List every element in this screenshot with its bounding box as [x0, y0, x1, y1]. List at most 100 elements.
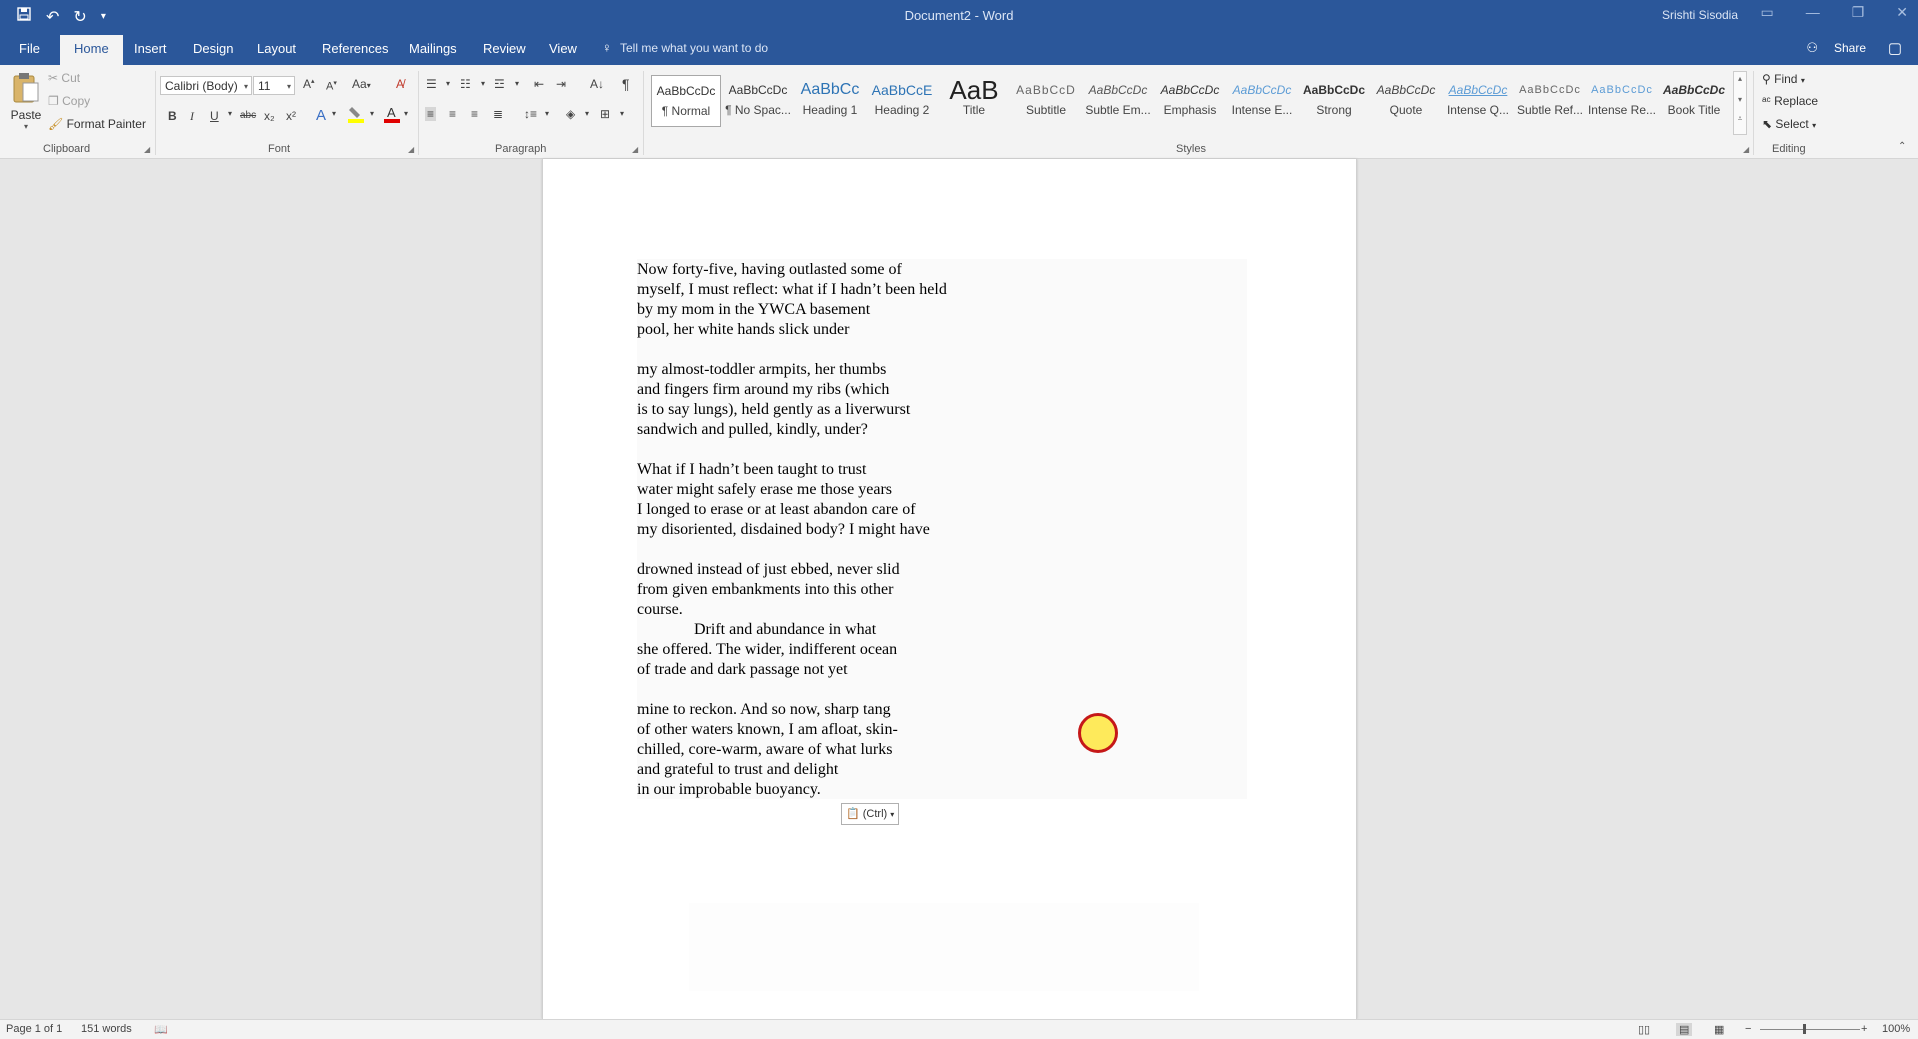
align-left-icon[interactable]: ≡ — [425, 107, 437, 121]
style-subtle-reference[interactable]: AaBbCcDc Subtle Ref... — [1515, 75, 1585, 127]
decrease-indent-icon[interactable]: ⇤ — [534, 77, 544, 91]
borders-icon[interactable]: ⊞ — [600, 107, 610, 121]
multilevel-list-icon[interactable]: ☲ — [494, 77, 505, 91]
copy-button[interactable]: ❐ Copy — [48, 94, 90, 108]
ribbon-display-options-icon[interactable]: ▭ — [1760, 4, 1773, 21]
font-size-combo[interactable]: 11 ▾ — [253, 76, 295, 95]
format-painter-button[interactable]: 🖌 Format Painter — [48, 117, 146, 131]
scroll-up-icon[interactable]: ▴ — [1734, 74, 1746, 83]
chevron-down-icon[interactable]: ▾ — [228, 109, 232, 118]
comments-icon[interactable]: ▢ — [1888, 39, 1902, 57]
style-heading-1[interactable]: AaBbCc Heading 1 — [795, 75, 865, 127]
tab-insert[interactable]: Insert — [134, 41, 167, 56]
word-count[interactable]: 151 words — [81, 1023, 132, 1035]
print-layout-icon[interactable]: ▤ — [1676, 1023, 1693, 1036]
find-button[interactable]: ⚲ Find ▾ — [1762, 72, 1805, 86]
zoom-out-icon[interactable]: − — [1745, 1023, 1751, 1035]
style-strong[interactable]: AaBbCcDc Strong — [1299, 75, 1369, 127]
bold-button[interactable]: B — [168, 109, 177, 123]
chevron-down-icon[interactable]: ▾ — [481, 79, 485, 88]
strikethrough-button[interactable]: abc — [240, 110, 256, 121]
font-color-icon[interactable]: A — [384, 105, 400, 126]
style-intense-emphasis[interactable]: AaBbCcDc Intense E... — [1227, 75, 1297, 127]
tell-me-search[interactable]: Tell me what you want to do — [620, 41, 768, 55]
web-layout-icon[interactable]: ▦ — [1714, 1023, 1724, 1036]
collapse-ribbon-icon[interactable]: ⌃ — [1898, 141, 1906, 152]
style-title[interactable]: AaB Title — [939, 75, 1009, 127]
chevron-down-icon[interactable]: ▾ — [620, 109, 624, 118]
document-page[interactable]: Now forty-five, having outlasted some of… — [542, 159, 1357, 1019]
superscript-button[interactable]: x² — [286, 109, 296, 123]
cut-button[interactable]: ✂ Cut — [48, 71, 80, 85]
chevron-down-icon[interactable]: ▾ — [244, 77, 248, 96]
read-mode-icon[interactable]: ▯▯ — [1638, 1023, 1650, 1036]
zoom-in-icon[interactable]: + — [1861, 1023, 1867, 1035]
tab-references[interactable]: References — [322, 41, 388, 56]
style-heading-2[interactable]: AaBbCcE Heading 2 — [867, 75, 937, 127]
bullets-icon[interactable]: ☰ — [426, 77, 437, 91]
font-launcher-icon[interactable]: ◢ — [408, 145, 414, 154]
chevron-down-icon[interactable]: ▾ — [545, 109, 549, 118]
zoom-slider-thumb[interactable] — [1803, 1024, 1806, 1034]
chevron-down-icon[interactable]: ▾ — [446, 79, 450, 88]
style-emphasis[interactable]: AaBbCcDc Emphasis — [1155, 75, 1225, 127]
user-name[interactable]: Srishti Sisodia — [1662, 8, 1738, 22]
underline-button[interactable]: U — [210, 109, 219, 123]
grow-font-icon[interactable]: A▴ — [303, 77, 315, 91]
text-effects-icon[interactable]: A — [316, 107, 326, 124]
restore-icon[interactable]: ❐ — [1852, 4, 1865, 21]
style-normal[interactable]: AaBbCcDc ¶ Normal — [651, 75, 721, 127]
highlight-color-icon[interactable] — [348, 105, 364, 126]
show-formatting-icon[interactable]: ¶ — [622, 76, 630, 92]
scroll-down-icon[interactable]: ▾ — [1734, 95, 1746, 104]
style-subtitle[interactable]: AaBbCcD Subtitle — [1011, 75, 1081, 127]
chevron-down-icon[interactable]: ▾ — [404, 109, 408, 118]
chevron-down-icon[interactable]: ▾ — [585, 109, 589, 118]
align-center-icon[interactable]: ≡ — [449, 107, 456, 121]
select-button[interactable]: ⬉ Select ▾ — [1762, 117, 1816, 131]
style-subtle-emphasis[interactable]: AaBbCcDc Subtle Em... — [1083, 75, 1153, 127]
italic-button[interactable]: I — [190, 109, 194, 124]
tab-file[interactable]: File — [19, 41, 40, 56]
line-spacing-icon[interactable]: ↕≡ — [524, 107, 537, 121]
chevron-down-icon[interactable]: ▾ — [332, 109, 336, 118]
tab-home[interactable]: Home — [60, 35, 123, 65]
zoom-slider[interactable] — [1760, 1029, 1860, 1030]
tab-design[interactable]: Design — [193, 41, 233, 56]
page-count[interactable]: Page 1 of 1 — [6, 1023, 62, 1035]
shrink-font-icon[interactable]: A▾ — [326, 79, 337, 93]
align-right-icon[interactable]: ≡ — [471, 107, 478, 121]
chevron-down-icon[interactable]: ▾ — [515, 79, 519, 88]
zoom-level[interactable]: 100% — [1882, 1023, 1910, 1035]
increase-indent-icon[interactable]: ⇥ — [556, 77, 566, 91]
tab-layout[interactable]: Layout — [257, 41, 296, 56]
tab-mailings[interactable]: Mailings — [409, 41, 457, 56]
tab-view[interactable]: View — [549, 41, 577, 56]
sort-icon[interactable]: A↓ — [590, 77, 604, 91]
close-icon[interactable]: ✕ — [1896, 4, 1908, 21]
minimize-icon[interactable]: — — [1806, 4, 1820, 21]
replace-button[interactable]: ᵃᶜ Replace — [1762, 94, 1818, 108]
chevron-down-icon[interactable]: ▾ — [287, 77, 291, 96]
subscript-button[interactable]: x₂ — [264, 109, 275, 123]
paragraph-launcher-icon[interactable]: ◢ — [632, 145, 638, 154]
more-styles-icon[interactable]: ⩡ — [1734, 114, 1746, 124]
chevron-down-icon[interactable]: ▾ — [370, 109, 374, 118]
paste-options-button[interactable]: 📋 (Ctrl) ▾ — [841, 803, 900, 825]
font-name-combo[interactable]: Calibri (Body) ▾ — [160, 76, 252, 95]
poem-text[interactable]: Now forty-five, having outlasted some of… — [637, 260, 947, 800]
style-intense-reference[interactable]: AaBbCcDc Intense Re... — [1587, 75, 1657, 127]
clear-formatting-icon[interactable]: A̸ — [396, 77, 404, 91]
style-book-title[interactable]: AaBbCcDc Book Title — [1659, 75, 1729, 127]
style-quote[interactable]: AaBbCcDc Quote — [1371, 75, 1441, 127]
clipboard-launcher-icon[interactable]: ◢ — [144, 145, 150, 154]
proofing-icon[interactable]: 📖 — [154, 1023, 168, 1036]
style-intense-quote[interactable]: AaBbCcDc Intense Q... — [1443, 75, 1513, 127]
justify-icon[interactable]: ≣ — [493, 107, 503, 121]
numbering-icon[interactable]: ☷ — [460, 77, 471, 91]
styles-launcher-icon[interactable]: ◢ — [1743, 145, 1749, 154]
paste-button[interactable]: Paste ▾ — [8, 71, 44, 139]
shading-icon[interactable]: ◈ — [566, 107, 575, 121]
style-no-spacing[interactable]: AaBbCcDc ¶ No Spac... — [723, 75, 793, 127]
tab-review[interactable]: Review — [483, 41, 526, 56]
